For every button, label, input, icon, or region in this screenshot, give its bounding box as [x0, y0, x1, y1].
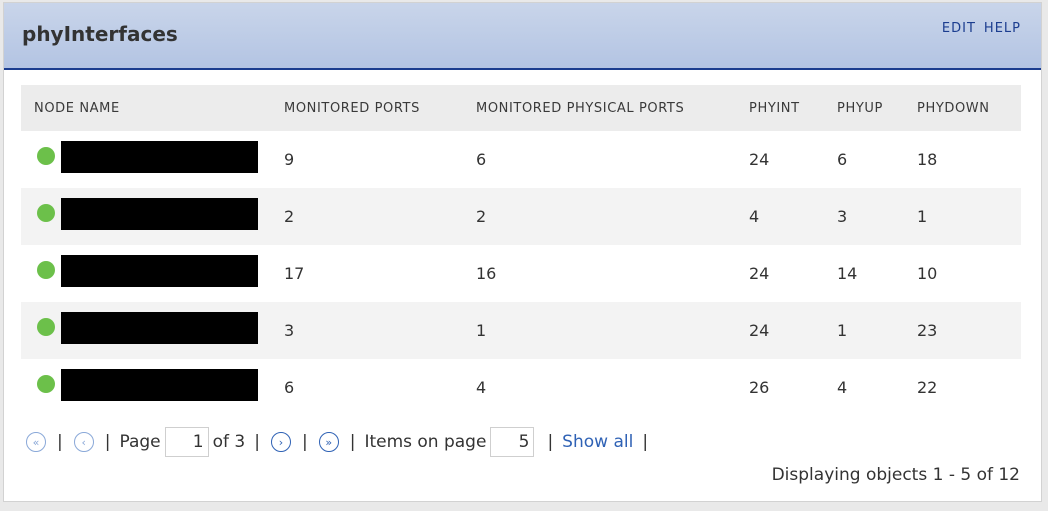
column-header-monitored-ports[interactable]: MONITORED PORTS: [284, 85, 420, 131]
column-header-phyup[interactable]: PHYUP: [837, 85, 883, 131]
pager-separator: |: [254, 432, 260, 452]
node-name-link[interactable]: [61, 198, 258, 230]
pager-separator: |: [301, 432, 308, 452]
phyint-cell: 24: [749, 150, 770, 169]
help-link[interactable]: HELP: [984, 21, 1021, 36]
header-actions: EDIT HELP: [942, 21, 1021, 36]
first-page-icon[interactable]: «: [26, 432, 46, 452]
monitored-ports-cell: 2: [284, 207, 295, 226]
status-up-icon: [37, 261, 55, 279]
pagination-bar: « | ‹ | Page of 3 | › | » | Items on pag…: [24, 426, 1024, 458]
phyup-cell: 1: [837, 321, 848, 340]
phyup-cell: 4: [837, 378, 848, 397]
items-per-page-input[interactable]: [490, 427, 535, 457]
show-all-link[interactable]: Show all: [562, 432, 633, 452]
status-up-icon: [37, 147, 55, 165]
monitored-physical-ports-cell: 16: [476, 264, 497, 283]
monitored-ports-cell: 3: [284, 321, 295, 340]
phyinterfaces-panel: phyInterfaces EDIT HELP NODE NAME MONITO…: [3, 2, 1042, 502]
table-row: 2 2 4 3 1: [21, 188, 1021, 245]
node-name-link[interactable]: [61, 312, 258, 344]
phyint-cell: 24: [749, 321, 770, 340]
table-row: 6 4 26 4 22: [21, 359, 1021, 416]
column-header-phyint[interactable]: PHYINT: [749, 85, 800, 131]
pager-separator: |: [642, 432, 649, 452]
display-summary: Displaying objects 1 - 5 of 12: [771, 465, 1020, 485]
table-row: 17 16 24 14 10: [21, 245, 1021, 302]
phyup-cell: 3: [837, 207, 848, 226]
phyup-cell: 14: [837, 264, 858, 283]
status-up-icon: [37, 318, 55, 336]
phydown-cell: 23: [917, 321, 938, 340]
column-header-node-name[interactable]: NODE NAME: [34, 85, 120, 131]
phyint-cell: 26: [749, 378, 770, 397]
node-name-link[interactable]: [61, 141, 258, 173]
status-up-icon: [37, 204, 55, 222]
monitored-ports-cell: 6: [284, 378, 295, 397]
phyint-cell: 4: [749, 207, 760, 226]
column-header-phydown[interactable]: PHYDOWN: [917, 85, 990, 131]
edit-link[interactable]: EDIT: [942, 21, 976, 36]
phydown-cell: 18: [917, 150, 938, 169]
pager-separator: |: [349, 432, 356, 452]
panel-header: phyInterfaces EDIT HELP: [4, 3, 1041, 70]
monitored-physical-ports-cell: 1: [476, 321, 487, 340]
node-name-link[interactable]: [61, 369, 258, 401]
page-label: Page: [119, 432, 161, 452]
last-page-icon[interactable]: »: [318, 432, 339, 452]
interfaces-table: NODE NAME MONITORED PORTS MONITORED PHYS…: [21, 85, 1021, 416]
monitored-physical-ports-cell: 6: [476, 150, 487, 169]
monitored-physical-ports-cell: 4: [476, 378, 487, 397]
pager-separator: |: [57, 432, 63, 452]
phyup-cell: 6: [837, 150, 848, 169]
monitored-physical-ports-cell: 2: [476, 207, 487, 226]
monitored-ports-cell: 9: [284, 150, 295, 169]
column-header-monitored-physical-ports[interactable]: MONITORED PHYSICAL PORTS: [476, 85, 684, 131]
page-number-input[interactable]: [164, 427, 209, 457]
node-name-link[interactable]: [61, 255, 258, 287]
table-row: 3 1 24 1 23: [21, 302, 1021, 359]
page-total-label: of 3: [212, 432, 246, 452]
pager-separator: |: [104, 432, 111, 452]
status-up-icon: [37, 375, 55, 393]
table-row: 9 6 24 6 18: [21, 131, 1021, 188]
items-on-page-label: Items on page: [364, 432, 487, 452]
previous-page-icon[interactable]: ‹: [73, 432, 94, 452]
phydown-cell: 10: [917, 264, 938, 283]
panel-title: phyInterfaces: [22, 22, 178, 46]
phyint-cell: 24: [749, 264, 770, 283]
pager-separator: |: [547, 432, 554, 452]
table-header-row: NODE NAME MONITORED PORTS MONITORED PHYS…: [21, 85, 1021, 131]
phydown-cell: 1: [917, 207, 928, 226]
monitored-ports-cell: 17: [284, 264, 305, 283]
next-page-icon[interactable]: ›: [270, 432, 291, 452]
phydown-cell: 22: [917, 378, 938, 397]
